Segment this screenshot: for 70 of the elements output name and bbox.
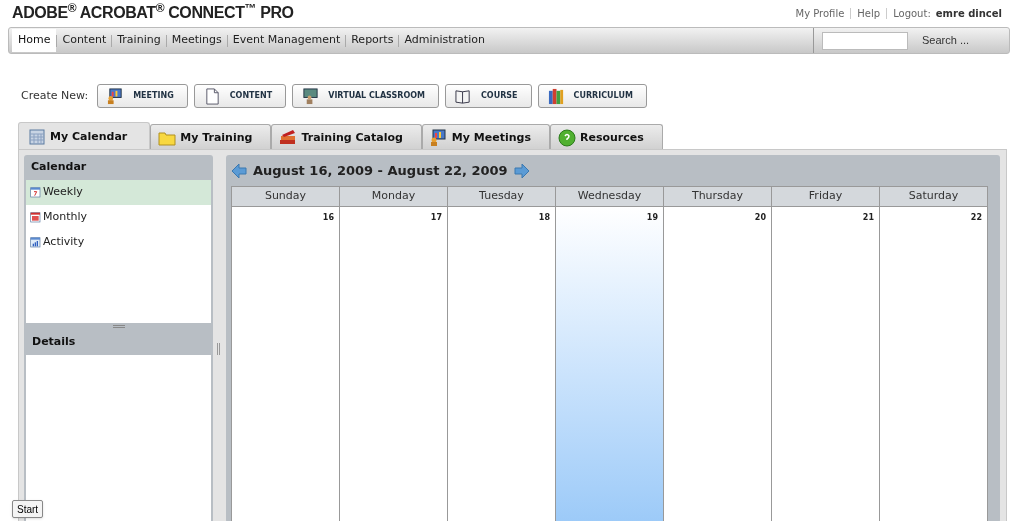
presenter-chart-icon [429, 129, 448, 147]
help-icon [557, 129, 576, 147]
day-header: Sunday [232, 186, 339, 207]
day-column[interactable]: 17 [340, 207, 447, 521]
day-column[interactable]: 20 [664, 207, 771, 521]
sidebar-item[interactable]: Activity [26, 230, 211, 255]
day-number: 17 [430, 212, 442, 224]
create-button[interactable]: COURSE [445, 84, 532, 108]
details-title: Details [31, 334, 77, 351]
tab[interactable]: Training Catalog [271, 124, 422, 151]
day-header: Thursday [664, 186, 771, 207]
calendar-icon [30, 211, 42, 224]
user-link[interactable]: Logout: [893, 6, 931, 21]
document-icon [203, 87, 221, 105]
nav-tab[interactable]: Content [57, 29, 112, 52]
day-number: 21 [862, 212, 874, 224]
day-number: 16 [322, 212, 334, 224]
splitter-handle[interactable] [112, 325, 125, 328]
day-column[interactable]: 22 [880, 207, 987, 521]
date-range: August 16, 2009 - August 22, 2009 [253, 161, 508, 180]
logo: ADOBE$^{®}$ ACROBAT$^{®}$ CONNECT$^{™}$ PRO [12, 1, 294, 23]
day-header: Friday [772, 186, 879, 207]
create-new-label: Create New: [21, 87, 89, 104]
sidebar-item[interactable]: Weekly [26, 180, 211, 205]
previous-arrow-icon[interactable] [231, 162, 247, 179]
day-column[interactable]: 18 [448, 207, 555, 521]
create-button[interactable]: CURRICULUM [537, 84, 647, 108]
day-header: Monday [340, 186, 447, 207]
resize-handle[interactable] [217, 343, 220, 355]
nav-tab[interactable]: Meetings [166, 29, 227, 52]
day-header: Saturday [880, 186, 987, 207]
tab[interactable]: My Meetings [421, 124, 550, 151]
tab[interactable]: My Calendar [18, 122, 151, 151]
nav-tab[interactable]: Event Management [227, 29, 346, 52]
day-number: 20 [754, 212, 766, 224]
day-column[interactable]: 16 [232, 207, 339, 521]
day-header: Wednesday [556, 186, 663, 207]
calendar-icon [30, 186, 42, 199]
nav-tab[interactable]: Reports [346, 29, 399, 52]
nav-tab[interactable]: Administration [399, 29, 490, 52]
tab[interactable]: My Training [150, 124, 272, 151]
day-header: Tuesday [448, 186, 555, 207]
user-name: emre dincel [935, 7, 1002, 21]
day-column[interactable]: 21 [772, 207, 879, 521]
search-field[interactable] [822, 31, 908, 50]
presenter-chart-icon [107, 87, 125, 105]
folder-icon [158, 129, 177, 147]
chart-icon [30, 236, 42, 249]
user-link[interactable]: My Profile [795, 6, 845, 21]
day-number: 22 [970, 212, 982, 224]
search-button[interactable]: Search ... [922, 32, 970, 49]
create-button[interactable]: CONTENT [193, 84, 287, 108]
user-link[interactable]: Help [857, 6, 881, 21]
next-arrow-icon[interactable] [513, 162, 530, 179]
day-column[interactable]: 19 [556, 207, 663, 521]
tab[interactable]: Resources [549, 124, 663, 151]
books-icon [547, 87, 565, 105]
sidebar-item[interactable]: Monthly [26, 205, 211, 230]
book-icon [455, 87, 472, 105]
book-stack-icon [279, 129, 298, 147]
sidebar-title: Calendar [30, 159, 88, 176]
create-button[interactable]: VIRTUAL CLASSROOM [292, 84, 439, 108]
create-button[interactable]: MEETING [97, 84, 188, 108]
screen-presenter-icon [302, 87, 320, 105]
day-number: 18 [538, 212, 550, 224]
nav-tab[interactable]: Training [112, 29, 166, 52]
tooltip: Start [12, 500, 44, 518]
nav-tab[interactable]: Home [12, 29, 57, 52]
day-number: 19 [646, 212, 658, 224]
calendar-icon [28, 128, 46, 146]
